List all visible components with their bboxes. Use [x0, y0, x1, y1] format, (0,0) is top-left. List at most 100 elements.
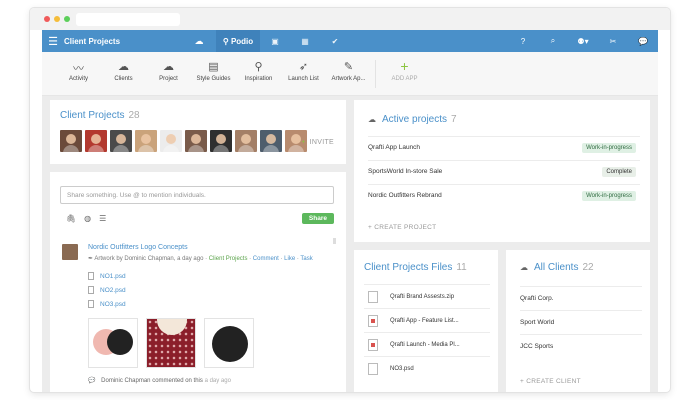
- file-item[interactable]: NO1.psd: [88, 272, 126, 280]
- app-label: Inspiration: [244, 76, 273, 82]
- contacts-icon[interactable]: ▣: [260, 37, 290, 46]
- active-projects-count: 7: [451, 114, 457, 125]
- cloud-icon[interactable]: ☁: [182, 36, 216, 47]
- plus-icon: +: [301, 139, 306, 146]
- members-title-text: Client Projects: [60, 110, 125, 121]
- app-artwork[interactable]: ✎ Artwork Ap...: [326, 52, 371, 82]
- file-item[interactable]: NO2.psd: [88, 286, 126, 294]
- like-link[interactable]: Like: [284, 256, 295, 262]
- app-bar: 〰 Activity ☁ Clients ☁ Project ▤ Style G…: [42, 52, 658, 96]
- avatar[interactable]: [62, 244, 78, 260]
- attachment-icon[interactable]: 🖇: [66, 214, 76, 223]
- thumbnail-no1[interactable]: [88, 318, 138, 368]
- app-label: Launch List: [288, 76, 319, 82]
- file-icon: [88, 286, 94, 294]
- file-name: NO3.psd: [100, 300, 126, 308]
- client-row[interactable]: Sport World: [520, 310, 642, 334]
- workspace-title[interactable]: Client Projects: [64, 37, 182, 46]
- files-title[interactable]: Client Projects Files 11: [364, 262, 467, 273]
- pen-icon: ✒: [88, 256, 94, 262]
- file-row[interactable]: Qrafti Launch - Media Pl...: [364, 332, 490, 356]
- file-name: NO2.psd: [100, 286, 126, 294]
- invite-button[interactable]: + INVITE: [301, 139, 334, 146]
- artwork-icon: ✎: [343, 61, 354, 73]
- cloud-icon: ☁: [520, 263, 528, 272]
- thumbnail-no3[interactable]: [204, 318, 254, 368]
- project-row[interactable]: Nordic Outfitters Rebrand Work-in-progre…: [368, 184, 640, 206]
- client-row[interactable]: JCC Sports: [520, 334, 642, 358]
- create-client-button[interactable]: + CREATE CLIENT: [520, 378, 581, 385]
- add-app-button[interactable]: + ADD APP: [382, 52, 427, 82]
- members-card-title[interactable]: Client Projects 28: [60, 110, 140, 121]
- member-avatar[interactable]: [210, 130, 232, 152]
- comment-time: a day ago: [204, 378, 231, 384]
- close-window-button[interactable]: [44, 16, 50, 22]
- member-avatar[interactable]: [60, 130, 82, 152]
- share-button[interactable]: Share: [301, 213, 334, 224]
- zip-file-icon: [368, 290, 378, 303]
- comment-summary: 💬 Dominic Chapman commented on this a da…: [88, 377, 231, 384]
- project-row[interactable]: SportsWorld In-store Sale Complete: [368, 160, 640, 182]
- file-row[interactable]: Qrafti App - Feature List...: [364, 308, 490, 332]
- pdf-file-icon: [368, 338, 378, 351]
- app-project[interactable]: ☁ Project: [146, 52, 191, 82]
- member-avatar[interactable]: [135, 130, 157, 152]
- app-label: Artwork Ap...: [331, 76, 366, 82]
- calendar-icon[interactable]: ▦: [290, 37, 320, 46]
- podio-logo[interactable]: ⚲ Podio: [216, 30, 260, 52]
- tasks-icon[interactable]: ✔: [320, 37, 350, 46]
- file-row[interactable]: Qrafti Brand Assests.zip: [364, 284, 490, 308]
- add-app-label: ADD APP: [391, 76, 418, 82]
- app-launch-list[interactable]: ➶ Launch List: [281, 52, 326, 82]
- minimize-window-button[interactable]: [54, 16, 60, 22]
- member-avatar[interactable]: [85, 130, 107, 152]
- scroll-handle[interactable]: [333, 238, 336, 244]
- image-thumbnails: [88, 318, 254, 368]
- globe-icon[interactable]: ◍: [84, 214, 91, 223]
- files-title-text: Client Projects Files: [364, 262, 453, 273]
- style-guides-icon: ▤: [208, 61, 219, 73]
- file-item[interactable]: NO3.psd: [88, 300, 126, 308]
- member-avatar[interactable]: [110, 130, 132, 152]
- tools-icon[interactable]: ✂: [598, 37, 628, 46]
- create-project-button[interactable]: + CREATE PROJECT: [368, 224, 436, 231]
- app-inspiration[interactable]: ⚲ Inspiration: [236, 52, 281, 82]
- member-avatar[interactable]: [260, 130, 282, 152]
- active-projects-title[interactable]: ☁ Active projects 7: [368, 114, 457, 125]
- search-icon[interactable]: ⌕: [538, 36, 568, 46]
- menu-icon[interactable]: ☰: [42, 35, 64, 48]
- app-activity[interactable]: 〰 Activity: [56, 52, 101, 82]
- client-row[interactable]: Qrafti Corp.: [520, 286, 642, 310]
- activity-stream-card: Share something. Use @ to mention indivi…: [50, 172, 346, 392]
- maximize-window-button[interactable]: [64, 16, 70, 22]
- address-bar[interactable]: [76, 13, 180, 26]
- share-tools: 🖇 ◍ ☰: [66, 214, 106, 223]
- member-avatar[interactable]: [235, 130, 257, 152]
- status-badge: Work-in-progress: [582, 142, 636, 153]
- app-style-guides[interactable]: ▤ Style Guides: [191, 52, 236, 82]
- task-link[interactable]: Task: [300, 256, 312, 262]
- share-input[interactable]: Share something. Use @ to mention indivi…: [60, 186, 334, 204]
- list-icon[interactable]: ☰: [99, 214, 106, 223]
- member-avatar[interactable]: [160, 130, 182, 152]
- thumbnail-no2[interactable]: [146, 318, 196, 368]
- app-label: Style Guides: [196, 76, 231, 82]
- post-title[interactable]: Nordic Outfitters Logo Concepts: [88, 244, 188, 251]
- project-icon: ☁: [163, 61, 174, 73]
- file-name: NO1.psd: [100, 272, 126, 280]
- comment-author[interactable]: Dominic Chapman: [101, 378, 150, 384]
- workspace-content: Client Projects 28 + INVITE Share somethin…: [42, 96, 658, 392]
- file-row[interactable]: NO3.psd: [364, 356, 490, 380]
- clients-title[interactable]: ☁ All Clients 22: [520, 262, 594, 273]
- comment-link[interactable]: Comment: [253, 256, 279, 262]
- post-space-link[interactable]: Client Projects: [209, 256, 248, 262]
- member-avatar[interactable]: [185, 130, 207, 152]
- app-clients[interactable]: ☁ Clients: [101, 52, 146, 82]
- app-label: Activity: [68, 76, 88, 82]
- help-icon[interactable]: ?: [508, 37, 538, 46]
- file-icon: [368, 362, 378, 375]
- chat-icon[interactable]: 💬: [628, 37, 658, 46]
- file-name: NO3.psd: [390, 365, 414, 372]
- user-menu-icon[interactable]: ⚉▾: [568, 37, 598, 46]
- project-row[interactable]: Qrafti App Launch Work-in-progress: [368, 136, 640, 158]
